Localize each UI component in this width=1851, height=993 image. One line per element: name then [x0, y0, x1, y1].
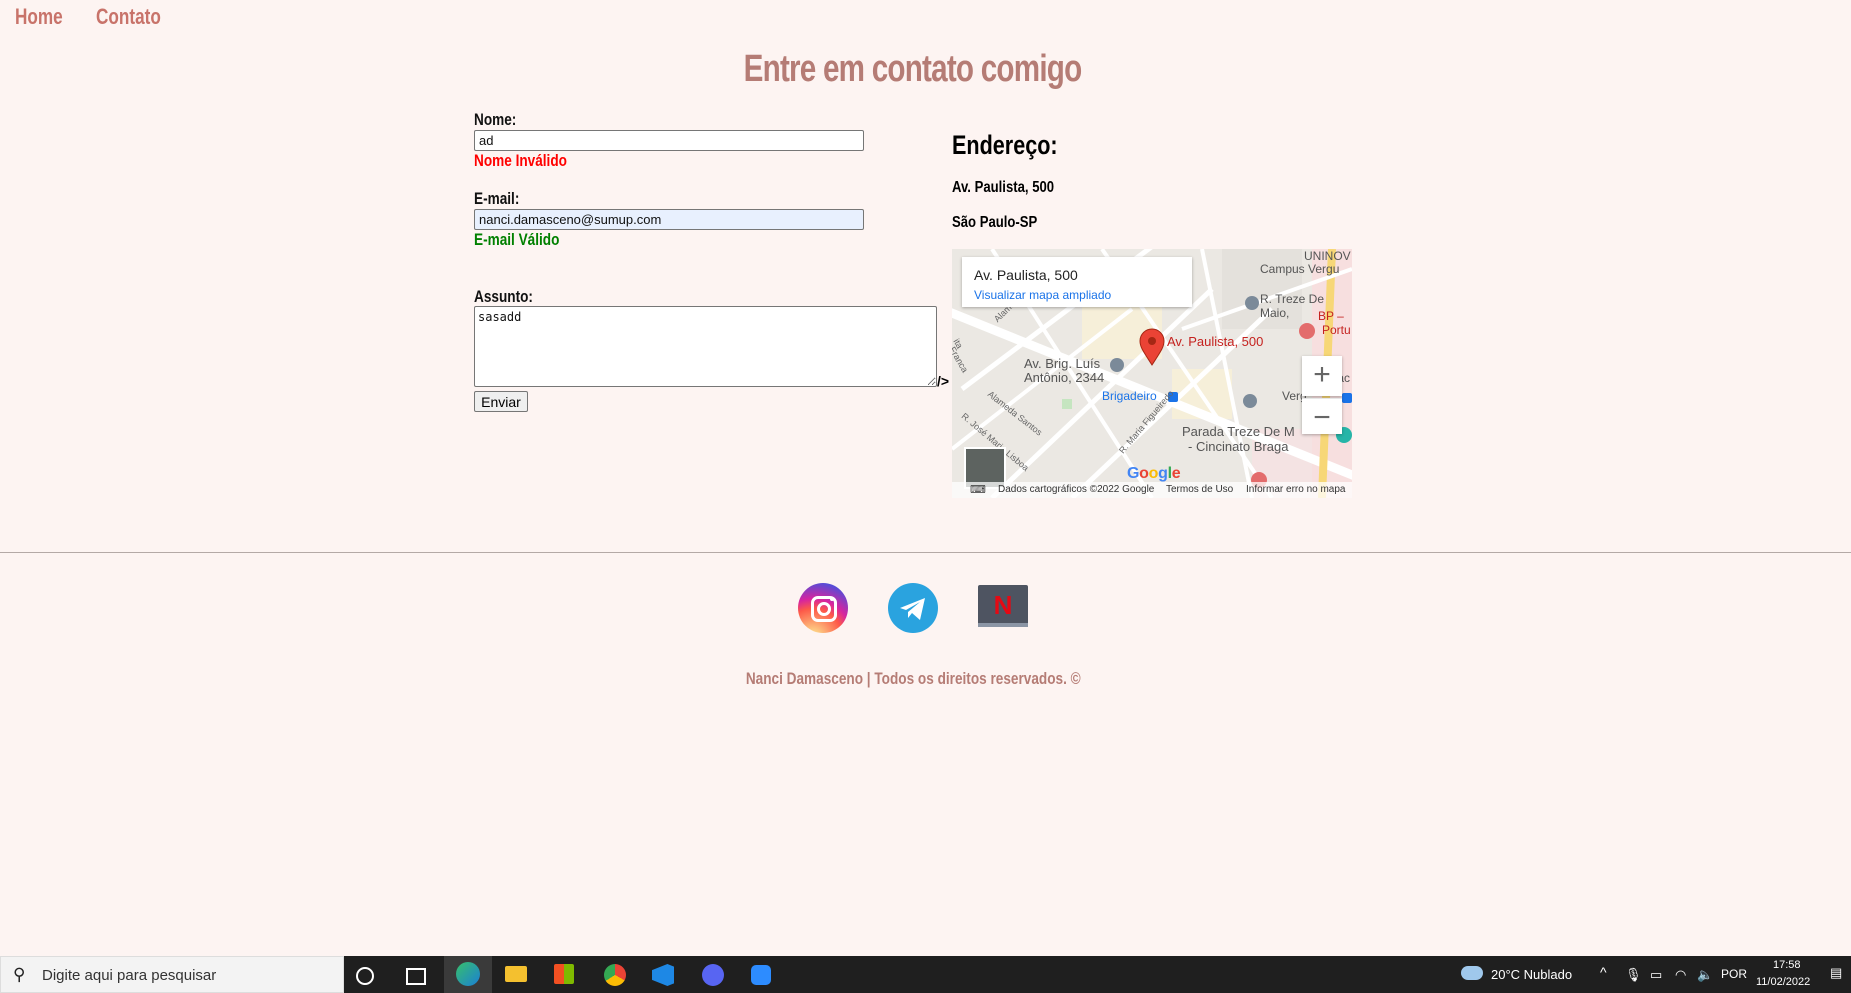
instagram-icon[interactable] [798, 583, 848, 633]
display-icon[interactable]: ▭ [1650, 967, 1662, 983]
send-button[interactable]: Enviar [474, 391, 528, 412]
chrome-icon[interactable] [604, 964, 626, 986]
map-report-link[interactable]: Informar erro no mapa [1246, 484, 1346, 495]
telegram-icon[interactable] [888, 583, 938, 633]
email-valid-message: E-mail Válido [474, 230, 560, 249]
notification-icon[interactable]: ▤ [1830, 965, 1842, 981]
view-larger-map-link[interactable]: Visualizar mapa ampliado [974, 288, 1111, 302]
google-logo: Google [1127, 465, 1181, 482]
address-title: Endereço: [952, 130, 1058, 160]
cortana-icon[interactable] [356, 967, 374, 985]
map-card-title: Av. Paulista, 500 [974, 267, 1078, 283]
map-attribution-bar: ⌨ Dados cartográficos ©2022 Google Termo… [952, 482, 1352, 498]
file-explorer-icon[interactable] [505, 966, 527, 982]
map-label-bp: BP – [1318, 309, 1344, 323]
netflix-letter: N [993, 590, 1013, 620]
map-label-cincinato: - Cincinato Braga [1188, 439, 1289, 454]
wifi-icon[interactable]: ◠ [1675, 967, 1686, 983]
volume-icon[interactable]: 🔈 [1697, 967, 1713, 983]
map-info-card: Av. Paulista, 500 Visualizar mapa amplia… [962, 257, 1192, 307]
edge-taskbar-button[interactable] [444, 956, 492, 993]
map-label-uninove: UNINOV [1304, 249, 1351, 263]
task-view-icon[interactable] [406, 968, 426, 985]
name-input[interactable] [474, 130, 864, 151]
zoom-app-icon[interactable] [751, 965, 771, 985]
nav-home-link[interactable]: Home [15, 4, 63, 30]
name-invalid-message: Nome Inválido [474, 151, 567, 170]
vscode-icon[interactable] [652, 964, 674, 986]
address-line-2: São Paulo-SP [952, 214, 1038, 231]
map-label-parada: Parada Treze De M [1182, 424, 1295, 439]
subject-label: Assunto: [474, 287, 533, 306]
email-input[interactable] [474, 209, 864, 230]
keyboard-icon[interactable]: ⌨ [970, 483, 986, 496]
map-label-brigadeiro: Brigadeiro [1102, 389, 1157, 403]
nav-contact-link[interactable]: Contato [96, 4, 161, 30]
name-label: Nome: [474, 110, 517, 129]
address-line-1: Av. Paulista, 500 [952, 179, 1055, 196]
clock-time[interactable]: 17:58 [1773, 959, 1801, 971]
netflix-icon[interactable]: N [978, 585, 1028, 627]
page-title: Entre em contato comigo [744, 48, 1083, 90]
map-terms-link[interactable]: Termos de Uso [1166, 484, 1233, 495]
map-label-pin: Av. Paulista, 500 [1167, 334, 1264, 349]
language-indicator[interactable]: POR [1721, 967, 1747, 981]
email-label: E-mail: [474, 189, 520, 208]
map-label-portu: Portu [1322, 323, 1351, 337]
stray-markup-text: /> [937, 373, 950, 389]
map-data-attribution: Dados cartográficos ©2022 Google [998, 484, 1155, 495]
discord-icon[interactable] [702, 964, 724, 986]
footer-copyright: Nanci Damasceno | Todos os direitos rese… [745, 669, 1081, 688]
map-label-campus: Campus Vergu [1260, 262, 1340, 276]
store-icon[interactable] [554, 964, 574, 984]
search-icon: ⚲ [13, 965, 26, 984]
taskbar-search[interactable]: ⚲ Digite aqui para pesquisar [0, 956, 344, 993]
windows-taskbar: ⚲ Digite aqui para pesquisar 20°C Nublad… [0, 956, 1851, 993]
zoom-in-button[interactable]: + [1302, 356, 1342, 396]
google-map-embed[interactable]: UNINOV Campus Vergu R. Treze De Maio, BP… [952, 249, 1352, 498]
clock-date[interactable]: 11/02/2022 [1756, 976, 1810, 988]
map-label-antonio: Antônio, 2344 [1024, 370, 1105, 385]
map-label-brig: Av. Brig. Luís [1024, 356, 1101, 371]
zoom-out-button[interactable]: − [1302, 398, 1342, 434]
weather-cloud-icon [1461, 966, 1483, 980]
microphone-icon[interactable]: 🎙 [1625, 967, 1642, 983]
chevron-up-icon[interactable]: ^ [1600, 964, 1607, 980]
subject-textarea[interactable]: sasadd [474, 306, 937, 387]
edge-icon [456, 962, 480, 986]
weather-text[interactable]: 20°C Nublado [1491, 967, 1572, 982]
search-placeholder: Digite aqui para pesquisar [42, 967, 217, 984]
footer-divider [0, 552, 1851, 553]
